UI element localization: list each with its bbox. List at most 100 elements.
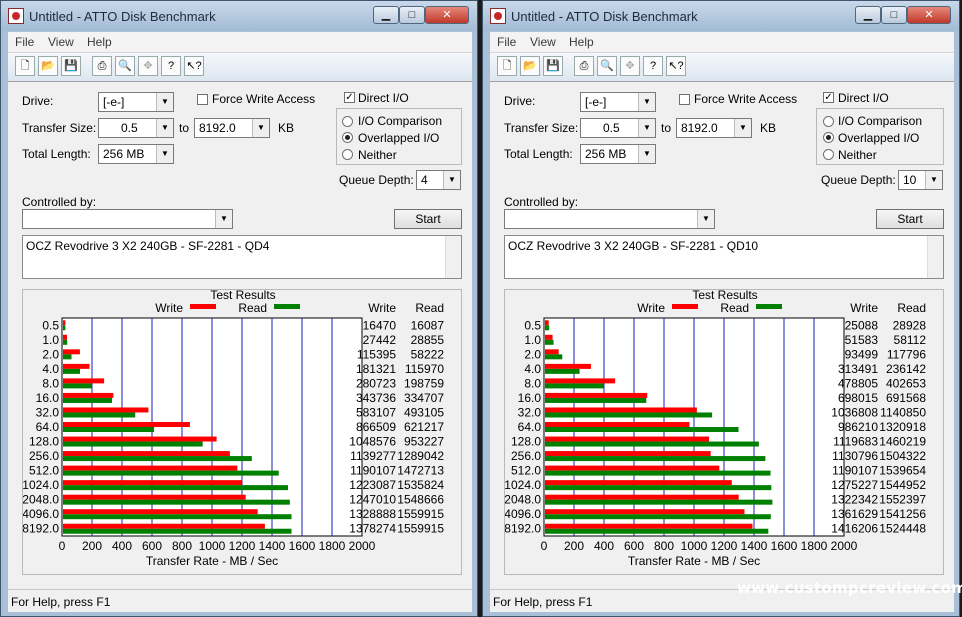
- overlapped-io-radio[interactable]: [342, 132, 353, 143]
- start-button[interactable]: Start: [394, 209, 462, 229]
- read-bar: [545, 470, 771, 476]
- toolbar: 🗋 📂 💾 ⎙ 🔍 ✥ ? ↖?: [8, 53, 472, 82]
- minimize-button[interactable]: ▁: [855, 6, 881, 24]
- write-bar: [63, 523, 265, 529]
- controlled-by-label: Controlled by:: [22, 195, 97, 209]
- scrollbar[interactable]: [927, 236, 943, 278]
- save-icon[interactable]: 💾: [543, 56, 563, 76]
- drive-select[interactable]: [-e-] ▼: [580, 92, 656, 112]
- direct-io-label: Direct I/O: [358, 91, 409, 105]
- legend-read-swatch: [274, 304, 300, 309]
- write-bar: [63, 422, 190, 427]
- controlled-by-select[interactable]: ▼: [22, 209, 233, 229]
- queue-depth-select[interactable]: 10 ▼: [898, 170, 943, 190]
- write-bar: [545, 422, 690, 427]
- neither-radio[interactable]: [823, 149, 834, 160]
- drive-select[interactable]: [-e-] ▼: [98, 92, 174, 112]
- controlled-by-select[interactable]: ▼: [504, 209, 715, 229]
- menu-file[interactable]: File: [497, 35, 516, 49]
- print-icon[interactable]: ⎙: [574, 56, 594, 76]
- menu-file[interactable]: File: [15, 35, 34, 49]
- x-tick-label: 2000: [831, 539, 858, 553]
- maximize-button[interactable]: □: [881, 6, 907, 24]
- about-icon[interactable]: ?: [161, 56, 181, 76]
- overlapped-io-radio[interactable]: [823, 132, 834, 143]
- print-icon[interactable]: ⎙: [92, 56, 112, 76]
- total-length-select[interactable]: 256 MB ▼: [580, 144, 656, 164]
- x-tick-label: 200: [82, 539, 102, 553]
- chevron-down-icon: ▼: [638, 145, 655, 163]
- write-bar: [63, 363, 90, 369]
- start-button[interactable]: Start: [876, 209, 944, 229]
- write-value-label: 583107: [356, 405, 396, 419]
- force-write-checkbox[interactable]: [197, 94, 208, 105]
- legend-write-swatch: [190, 304, 216, 309]
- title-bar[interactable]: Untitled - ATTO Disk Benchmark ▁ □ ✕: [483, 1, 959, 31]
- menu-help[interactable]: Help: [87, 35, 112, 49]
- write-bar: [63, 436, 217, 442]
- new-file-icon[interactable]: 🗋: [15, 56, 35, 76]
- menu-help[interactable]: Help: [569, 35, 594, 49]
- transfer-size-to-select[interactable]: 8192.0 ▼: [676, 118, 752, 138]
- x-tick-label: 2000: [349, 539, 376, 553]
- read-value-label: 1289042: [397, 449, 444, 463]
- scrollbar[interactable]: [445, 236, 461, 278]
- write-bar: [63, 334, 68, 340]
- read-bar: [545, 499, 773, 505]
- read-bar: [63, 339, 68, 345]
- total-length-value: 256 MB: [103, 147, 145, 161]
- force-write-checkbox[interactable]: [679, 94, 690, 105]
- neither-radio[interactable]: [342, 149, 353, 160]
- menu-view[interactable]: View: [530, 35, 556, 49]
- description-textarea[interactable]: OCZ Revodrive 3 X2 240GB - SF-2281 - QD4: [22, 235, 462, 279]
- minimize-button[interactable]: ▁: [373, 6, 399, 24]
- write-value-label: 866509: [356, 420, 396, 434]
- save-icon[interactable]: 💾: [61, 56, 81, 76]
- queue-depth-select[interactable]: 4 ▼: [416, 170, 461, 190]
- move-icon[interactable]: ✥: [138, 56, 158, 76]
- y-tick-label: 16.0: [36, 391, 60, 405]
- x-tick-label: 600: [624, 539, 644, 553]
- io-comparison-radio[interactable]: [342, 116, 353, 127]
- context-help-icon[interactable]: ↖?: [666, 56, 686, 76]
- context-help-icon[interactable]: ↖?: [184, 56, 204, 76]
- write-bar: [545, 349, 559, 355]
- print-preview-icon[interactable]: 🔍: [597, 56, 617, 76]
- print-preview-icon[interactable]: 🔍: [115, 56, 135, 76]
- menu-bar: File View Help: [490, 32, 954, 53]
- direct-io-checkbox[interactable]: ✓: [823, 92, 834, 103]
- write-bar: [545, 407, 697, 413]
- transfer-size-from-value: 0.5: [603, 121, 620, 135]
- description-textarea[interactable]: OCZ Revodrive 3 X2 240GB - SF-2281 - QD1…: [504, 235, 944, 279]
- about-icon[interactable]: ?: [643, 56, 663, 76]
- drive-label: Drive:: [504, 94, 536, 108]
- transfer-size-to-select[interactable]: 8192.0 ▼: [194, 118, 270, 138]
- open-folder-icon[interactable]: 📂: [520, 56, 540, 76]
- y-tick-label: 1024.0: [23, 478, 59, 492]
- watermark: www.custompcreview.com: [737, 579, 962, 597]
- move-icon[interactable]: ✥: [620, 56, 640, 76]
- io-comparison-radio[interactable]: [823, 116, 834, 127]
- window-title: Untitled - ATTO Disk Benchmark: [29, 9, 216, 24]
- transfer-size-label: Transfer Size:: [22, 121, 97, 135]
- y-tick-label: 4096.0: [505, 507, 541, 521]
- new-file-icon[interactable]: 🗋: [497, 56, 517, 76]
- x-tick-label: 800: [172, 539, 192, 553]
- write-value-label: 280723: [356, 376, 396, 390]
- transfer-size-from-select[interactable]: 0.5 ▼: [98, 118, 174, 138]
- menu-view[interactable]: View: [48, 35, 74, 49]
- transfer-size-from-select[interactable]: 0.5 ▼: [580, 118, 656, 138]
- close-button[interactable]: ✕: [907, 6, 951, 24]
- write-value-label: 25088: [845, 318, 879, 332]
- total-length-select[interactable]: 256 MB ▼: [98, 144, 174, 164]
- transfer-size-to-value: 8192.0: [681, 121, 718, 135]
- title-bar[interactable]: Untitled - ATTO Disk Benchmark ▁ □ ✕: [1, 1, 477, 31]
- open-folder-icon[interactable]: 📂: [38, 56, 58, 76]
- direct-io-checkbox[interactable]: ✓: [344, 92, 355, 103]
- close-button[interactable]: ✕: [425, 6, 469, 24]
- maximize-button[interactable]: □: [399, 6, 425, 24]
- client-area: File View Help 🗋 📂 💾 ⎙ 🔍 ✥ ? ↖? Drive: […: [8, 32, 472, 612]
- write-bar: [545, 465, 720, 471]
- y-tick-label: 256.0: [511, 449, 541, 463]
- read-bar: [545, 412, 713, 418]
